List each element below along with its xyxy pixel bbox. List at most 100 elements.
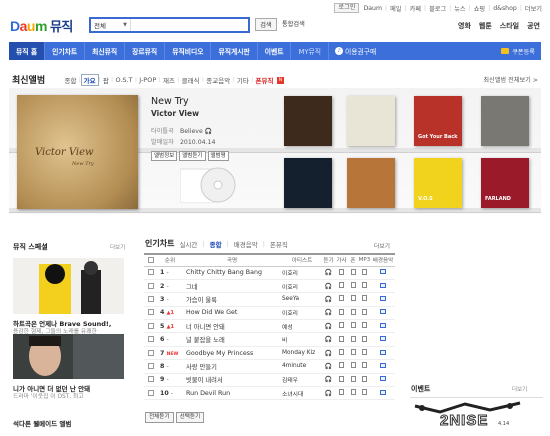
song-artist[interactable]: 소녀시대	[282, 386, 322, 401]
song-title[interactable]: 널 붙잡을 노래	[182, 332, 282, 347]
lyrics-icon[interactable]	[339, 308, 344, 315]
play-selected-button[interactable]: 선택듣기	[175, 412, 205, 423]
login-button[interactable]: 로그인	[334, 3, 360, 13]
song-title[interactable]: 너 아니면 안돼	[182, 319, 282, 334]
song-title[interactable]: 그네	[182, 279, 282, 294]
util-link-shopping[interactable]: 쇼핑	[474, 4, 485, 13]
nav-my-music[interactable]: MY뮤직	[291, 42, 330, 60]
row-checkbox[interactable]	[148, 282, 154, 289]
integrated-search-link[interactable]: 통합검색	[282, 19, 305, 28]
bgm-icon[interactable]	[380, 295, 386, 301]
special-image-2[interactable]	[13, 334, 124, 390]
featured-album-cover[interactable]: Victor View New Try	[17, 95, 138, 209]
phone-icon[interactable]	[350, 349, 356, 356]
phone-icon[interactable]	[350, 389, 356, 396]
album-cover-2[interactable]	[347, 96, 395, 146]
phone-icon[interactable]	[350, 268, 356, 275]
bgm-icon[interactable]	[380, 376, 386, 382]
album-listen-button[interactable]: 앨범듣기	[179, 151, 206, 161]
util-link-news[interactable]: 뉴스	[454, 4, 465, 13]
new-albums-all-link[interactable]: 최신앨범 전체보기 >	[483, 75, 538, 84]
daum-music-logo[interactable]: Daum 뮤직	[10, 16, 73, 35]
util-link-cafe[interactable]: 카페	[410, 4, 421, 13]
song-title[interactable]: 사랑 만들기	[182, 359, 282, 374]
album-cover-6[interactable]	[347, 158, 395, 208]
lyrics-icon[interactable]	[339, 322, 344, 329]
chart-more-link[interactable]: 더보기	[374, 241, 390, 250]
album-cover-8[interactable]: FARLAND	[481, 158, 529, 208]
mp3-download-icon[interactable]	[362, 389, 367, 396]
bgm-icon[interactable]	[380, 322, 386, 328]
tab-etc[interactable]: 기타	[234, 75, 251, 85]
tab-ost[interactable]: O.S.T	[113, 76, 135, 84]
search-input[interactable]	[131, 19, 248, 31]
tab-pop[interactable]: 팝	[100, 75, 111, 85]
song-title[interactable]: Chitty Chitty Bang Bang	[182, 266, 282, 280]
song-artist[interactable]: 이효리	[282, 266, 322, 280]
listen-headphone-icon[interactable]: 🎧	[325, 390, 332, 397]
song-artist[interactable]: 4minute	[282, 359, 322, 374]
lyrics-icon[interactable]	[339, 375, 344, 382]
tab-religious[interactable]: 종교음악	[204, 75, 233, 85]
chart-tab-realtime[interactable]: 실시간	[179, 239, 197, 249]
tab-kpop[interactable]: 가요	[80, 74, 99, 86]
phone-icon[interactable]	[350, 308, 356, 315]
nav-music-board[interactable]: 뮤직게시판	[211, 42, 258, 60]
bgm-icon[interactable]	[380, 362, 386, 368]
tab-classic[interactable]: 클래식	[179, 75, 202, 85]
bgm-icon[interactable]	[380, 336, 386, 342]
phone-icon[interactable]	[350, 362, 356, 369]
song-title[interactable]: 빗물이 내려서	[182, 373, 282, 388]
phone-icon[interactable]	[350, 322, 356, 329]
lyrics-icon[interactable]	[339, 335, 344, 342]
listen-headphone-icon[interactable]: 🎧	[325, 309, 332, 316]
lyrics-icon[interactable]	[339, 295, 344, 302]
phone-icon[interactable]	[350, 295, 356, 302]
row-checkbox[interactable]	[148, 322, 154, 329]
featured-album-artist[interactable]: Victor View	[151, 109, 199, 118]
listen-headphone-icon[interactable]: 🎧	[325, 336, 332, 343]
topnav-movie[interactable]: 영화	[458, 21, 471, 31]
chart-tab-bgm[interactable]: 배경음악	[234, 239, 258, 249]
phone-icon[interactable]	[350, 335, 356, 342]
mp3-download-icon[interactable]	[362, 268, 367, 275]
row-checkbox[interactable]	[148, 309, 154, 316]
listen-headphone-icon[interactable]: 🎧	[325, 350, 332, 357]
featured-album-title[interactable]: New Try	[151, 96, 189, 107]
util-link-blog[interactable]: 블로그	[429, 4, 446, 13]
lyrics-icon[interactable]	[339, 282, 344, 289]
song-artist[interactable]: 이효리	[282, 279, 322, 294]
lyrics-icon[interactable]	[339, 349, 344, 356]
mp3-download-icon[interactable]	[362, 282, 367, 289]
util-link-more[interactable]: 더보기	[525, 4, 542, 13]
nav-ticket-purchase[interactable]: ♪ 이용권구매	[329, 46, 382, 56]
mp3-download-icon[interactable]	[362, 335, 367, 342]
headphone-icon[interactable]: 🎧	[205, 128, 212, 135]
listen-headphone-icon[interactable]: 🎧	[325, 283, 332, 290]
nav-genre-music[interactable]: 장르뮤직	[125, 42, 166, 60]
tab-phone-music[interactable]: 폰뮤직	[253, 75, 276, 85]
topnav-show[interactable]: 공연	[527, 21, 540, 31]
bgm-icon[interactable]	[380, 282, 386, 288]
event-more-link[interactable]: 더보기	[512, 385, 527, 393]
song-artist[interactable]: SeeYa	[282, 292, 322, 307]
mp3-download-icon[interactable]	[362, 375, 367, 382]
nav-event[interactable]: 이벤트	[258, 42, 292, 60]
listen-headphone-icon[interactable]: 🎧	[325, 296, 332, 303]
song-artist[interactable]: 김태우	[282, 373, 322, 388]
select-all-checkbox[interactable]	[148, 257, 154, 263]
album-cover-4[interactable]	[481, 96, 529, 146]
row-checkbox[interactable]	[148, 336, 154, 343]
nav-latest-music[interactable]: 최신뮤직	[85, 42, 126, 60]
album-review-button[interactable]: 앨범평	[207, 151, 229, 161]
bgm-icon[interactable]	[380, 349, 386, 355]
coupon-register-link[interactable]: 쿠폰등록	[501, 42, 535, 60]
mp3-download-icon[interactable]	[362, 349, 367, 356]
album-cover-3[interactable]: Got Your Back	[414, 96, 462, 146]
nav-popular-chart[interactable]: 인기차트	[45, 42, 86, 60]
tab-jazz[interactable]: 재즈	[160, 75, 177, 85]
lyrics-icon[interactable]	[339, 362, 344, 369]
album-cover-1[interactable]	[284, 96, 332, 146]
phone-icon[interactable]	[350, 282, 356, 289]
lyrics-icon[interactable]	[339, 389, 344, 396]
